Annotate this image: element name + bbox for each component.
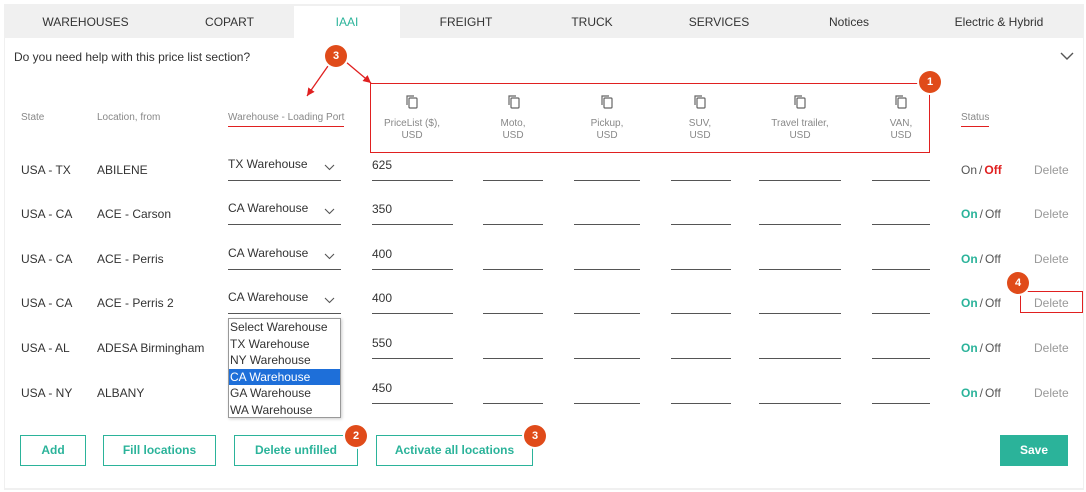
annotation-badge-3: 3	[325, 45, 347, 67]
annotation-badge-2: 2	[345, 425, 367, 447]
annotation-badge-3: 3	[524, 425, 546, 447]
annotation-badge-4: 4	[1007, 272, 1029, 294]
annotation-badge-1: 1	[919, 71, 941, 93]
